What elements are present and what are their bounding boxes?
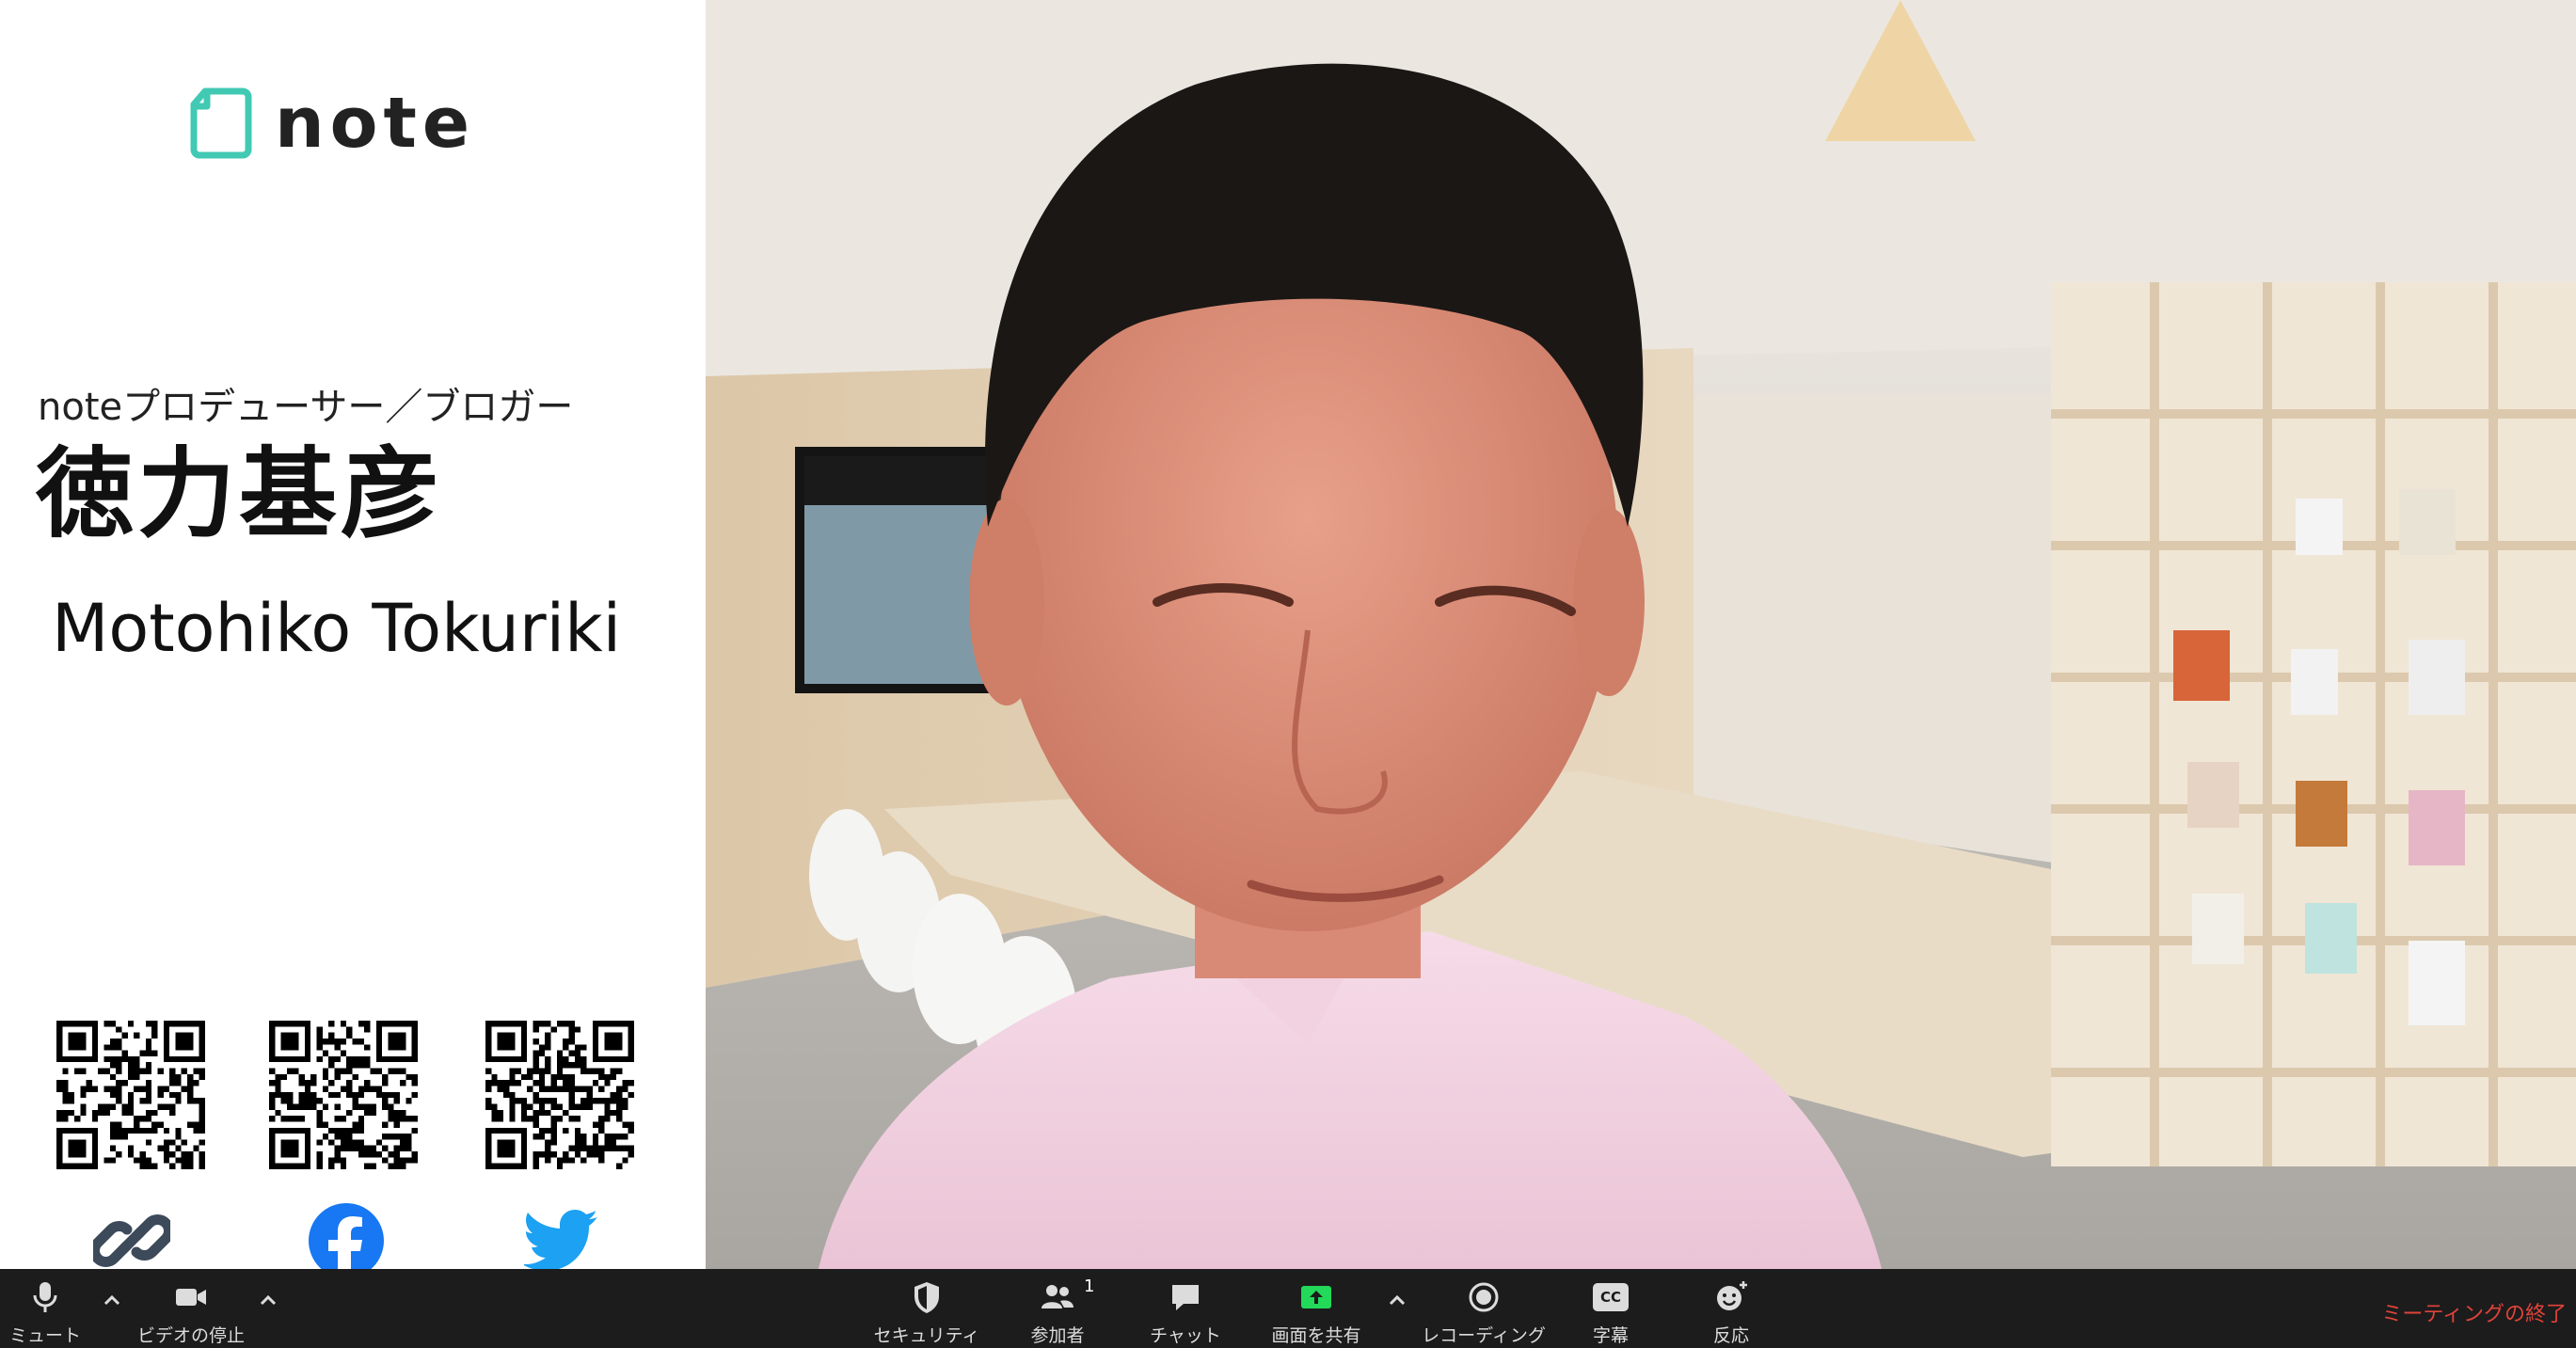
meeting-toolbar: ミュート ビデオの停止 セキュリティ 参加者 1 チャット 画面を共有 レコーデ… [0,1269,2576,1348]
facebook-icon [308,1202,385,1269]
record-label: レコーディング [1422,1325,1546,1346]
video-options-chevron-up-icon[interactable] [254,1286,282,1314]
note-logo-text: note [275,83,476,164]
reactions-button[interactable]: 反応 [1693,1269,1769,1348]
chat-bubble-icon [1164,1277,1207,1318]
closed-caption-icon: CC [1589,1277,1632,1318]
mute-label: ミュート [8,1325,81,1346]
stop-video-button[interactable]: ビデオの停止 [132,1269,250,1348]
speaker-role: noteプロデューサー／ブロガー [38,386,574,429]
record-icon [1462,1277,1505,1318]
participants-label: 参加者 [1030,1325,1085,1346]
note-logo-icon [190,87,252,159]
share-screen-label: 画面を共有 [1271,1325,1361,1346]
closed-caption-badge: CC [1599,1289,1622,1306]
speaker-name-japanese: 徳力基彦 [36,436,443,551]
participants-count: 1 [1084,1277,1095,1296]
security-button[interactable]: セキュリティ [866,1269,988,1348]
qr-code-facebook [269,1021,418,1169]
share-screen-icon [1295,1277,1338,1318]
record-button[interactable]: レコーディング [1413,1269,1554,1348]
reactions-label: 反応 [1712,1325,1749,1346]
qr-code-website [56,1021,205,1169]
closed-caption-button[interactable]: CC 字幕 [1573,1269,1648,1348]
share-options-chevron-up-icon[interactable] [1383,1286,1411,1314]
smiley-face-icon [1709,1277,1753,1318]
link-icon [89,1202,174,1269]
twitter-icon [522,1202,601,1269]
chat-button[interactable]: チャット [1140,1269,1231,1348]
shield-icon [905,1277,948,1318]
stop-video-label: ビデオの停止 [136,1325,245,1346]
mute-button[interactable]: ミュート [4,1269,87,1348]
end-meeting-button[interactable]: ミーティングの終了 [2381,1297,2567,1327]
video-feed [706,0,2576,1269]
closed-caption-label: 字幕 [1592,1325,1629,1346]
audio-options-chevron-up-icon[interactable] [98,1286,126,1314]
share-screen-button[interactable]: 画面を共有 [1261,1269,1372,1348]
participant-video [706,0,2576,1269]
chat-label: チャット [1150,1325,1221,1346]
speaker-name-english: Motohiko Tokuriki [52,590,622,667]
video-camera-icon [169,1277,213,1318]
virtual-background-card: note noteプロデューサー／ブロガー 徳力基彦 Motohiko Toku… [0,0,706,1269]
participants-icon [1036,1277,1079,1318]
qr-code-twitter [485,1021,634,1169]
microphone-icon [24,1277,67,1318]
note-logo: note [188,83,475,164]
security-label: セキュリティ [873,1325,980,1346]
